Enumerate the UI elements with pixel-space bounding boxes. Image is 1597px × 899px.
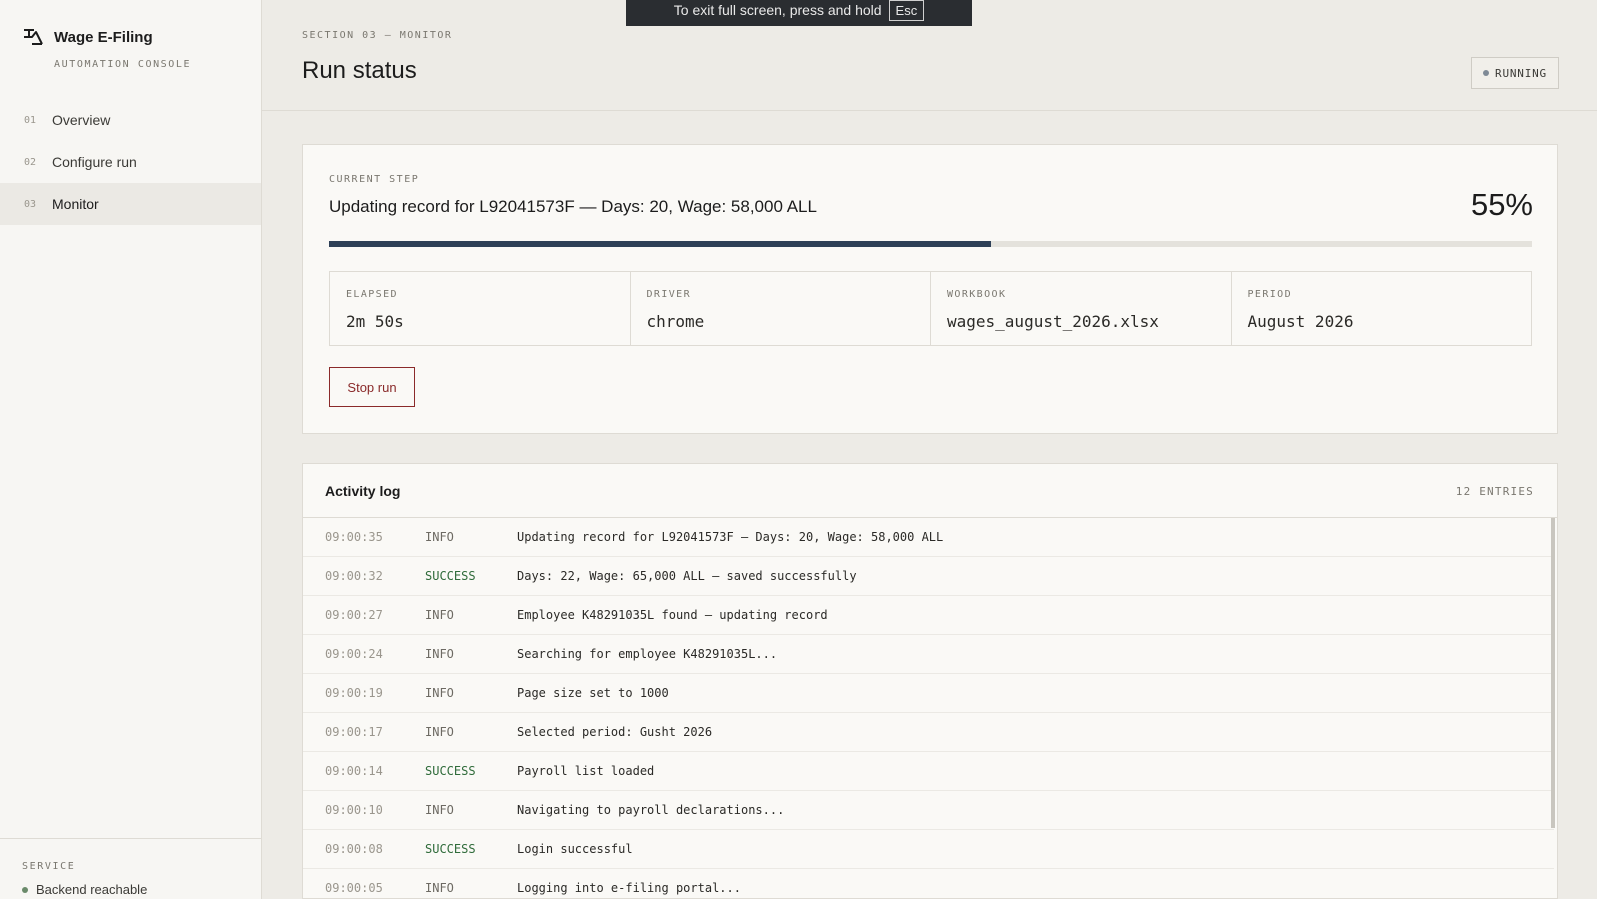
- log-time: 09:00:19: [325, 686, 383, 700]
- log-level: INFO: [425, 608, 454, 622]
- brand[interactable]: Wage E-Filing: [22, 26, 153, 48]
- stat-label: ELAPSED: [346, 289, 398, 300]
- sidebar-item-monitor[interactable]: 03 Monitor: [0, 183, 261, 225]
- log-time: 09:00:14: [325, 764, 383, 778]
- log-time: 09:00:32: [325, 569, 383, 583]
- log-level: INFO: [425, 686, 454, 700]
- sidebar-nav: 01 Overview 02 Configure run 03 Monitor: [0, 99, 261, 225]
- log-level: INFO: [425, 530, 454, 544]
- log-row: 09:00:14 SUCCESS Payroll list loaded: [303, 752, 1554, 791]
- log-time: 09:00:24: [325, 647, 383, 661]
- sidebar-item-overview[interactable]: 01 Overview: [0, 99, 261, 141]
- nav-number: 02: [24, 156, 37, 168]
- fullscreen-exit-banner: To exit full screen, press and hold Esc: [626, 0, 972, 26]
- log-row: 09:00:32 SUCCESS Days: 22, Wage: 65,000 …: [303, 557, 1554, 596]
- stat-elapsed: ELAPSED 2m 50s: [330, 272, 631, 345]
- nav-label: Overview: [52, 112, 111, 128]
- stat-driver: DRIVER chrome: [631, 272, 931, 345]
- log-row: 09:00:05 INFO Logging into e-filing port…: [303, 869, 1554, 898]
- log-time: 09:00:27: [325, 608, 383, 622]
- stat-label: PERIOD: [1247, 289, 1293, 300]
- log-entry-count: 12 ENTRIES: [1455, 485, 1534, 498]
- log-message: Navigating to payroll declarations...: [517, 803, 785, 817]
- log-row: 09:00:24 INFO Searching for employee K48…: [303, 635, 1554, 674]
- app-logo-icon: [24, 29, 43, 45]
- service-panel: SERVICE Backend reachable: [0, 838, 261, 899]
- sidebar: Wage E-Filing AUTOMATION CONSOLE 01 Over…: [0, 0, 262, 899]
- status-dot-icon: [22, 886, 28, 893]
- esc-key-hint: Esc: [888, 0, 925, 21]
- stop-run-button[interactable]: Stop run: [329, 367, 415, 407]
- log-message: Days: 22, Wage: 65,000 ALL — saved succe…: [517, 569, 857, 583]
- nav-label: Monitor: [52, 196, 99, 212]
- log-row: 09:00:08 SUCCESS Login successful: [303, 830, 1554, 869]
- log-message: Page size set to 1000: [517, 686, 669, 700]
- log-row: 09:00:35 INFO Updating record for L92041…: [303, 518, 1554, 557]
- log-row: 09:00:19 INFO Page size set to 1000: [303, 674, 1554, 713]
- page-title: Run status: [302, 57, 417, 84]
- service-status: Backend reachable: [22, 882, 147, 897]
- log-time: 09:00:05: [325, 881, 383, 895]
- progress-percent: 55%: [1470, 187, 1533, 222]
- log-rows: 09:00:35 INFO Updating record for L92041…: [303, 518, 1554, 898]
- status-badge: RUNNING: [1471, 57, 1559, 89]
- log-level: SUCCESS: [425, 569, 476, 583]
- log-time: 09:00:17: [325, 725, 383, 739]
- app-name: Wage E-Filing: [54, 28, 153, 46]
- log-message: Logging into e-filing portal...: [517, 881, 741, 895]
- current-step-label: CURRENT STEP: [329, 174, 420, 185]
- log-row: 09:00:17 INFO Selected period: Gusht 202…: [303, 713, 1554, 752]
- log-time: 09:00:10: [325, 803, 383, 817]
- current-step-text: Updating record for L92041573F — Days: 2…: [329, 197, 817, 216]
- log-message: Selected period: Gusht 2026: [517, 725, 713, 739]
- log-level: SUCCESS: [425, 764, 476, 778]
- running-dot-icon: [1483, 70, 1490, 76]
- log-message: Searching for employee K48291035L...: [517, 647, 778, 661]
- log-time: 09:00:35: [325, 530, 383, 544]
- run-status-card: CURRENT STEP Updating record for L920415…: [302, 144, 1558, 434]
- log-level: INFO: [425, 881, 454, 895]
- log-message: Login successful: [517, 842, 633, 856]
- nav-label: Configure run: [52, 154, 137, 170]
- activity-log: Activity log 12 ENTRIES 09:00:35 INFO Up…: [302, 463, 1558, 899]
- log-message: Updating record for L92041573F — Days: 2…: [517, 530, 944, 544]
- nav-number: 03: [24, 198, 37, 210]
- log-time: 09:00:08: [325, 842, 383, 856]
- log-message: Employee K48291035L found — updating rec…: [517, 608, 828, 622]
- service-status-text: Backend reachable: [36, 882, 148, 897]
- log-level: INFO: [425, 647, 454, 661]
- log-row: 09:00:27 INFO Employee K48291035L found …: [303, 596, 1554, 635]
- stat-label: WORKBOOK: [947, 289, 1007, 300]
- log-scrollbar[interactable]: [1551, 518, 1555, 828]
- activity-log-title: Activity log: [325, 483, 401, 499]
- stat-period: PERIOD August 2026: [1232, 272, 1532, 345]
- service-heading: SERVICE: [22, 861, 76, 872]
- progress-bar-fill: [329, 241, 991, 247]
- stat-value: wages_august_2026.xlsx: [947, 312, 1159, 331]
- stat-workbook: WORKBOOK wages_august_2026.xlsx: [931, 272, 1232, 345]
- stat-label: DRIVER: [646, 289, 692, 300]
- log-message: Payroll list loaded: [517, 764, 655, 778]
- status-badge-label: RUNNING: [1495, 66, 1547, 80]
- app-subtitle: AUTOMATION CONSOLE: [54, 59, 192, 70]
- fullscreen-banner-text: To exit full screen, press and hold: [673, 2, 882, 18]
- log-row: 09:00:10 INFO Navigating to payroll decl…: [303, 791, 1554, 830]
- sidebar-item-configure-run[interactable]: 02 Configure run: [0, 141, 261, 183]
- log-level: INFO: [425, 803, 454, 817]
- run-stats: ELAPSED 2m 50s DRIVER chrome WORKBOOK wa…: [329, 271, 1532, 346]
- stat-value: August 2026: [1247, 312, 1354, 331]
- nav-number: 01: [24, 114, 37, 126]
- stat-value: 2m 50s: [346, 312, 404, 331]
- log-level: SUCCESS: [425, 842, 476, 856]
- stat-value: chrome: [646, 312, 705, 331]
- section-label: SECTION 03 — MONITOR: [302, 30, 453, 41]
- activity-log-header: Activity log 12 ENTRIES: [303, 464, 1557, 518]
- progress-bar: [329, 241, 1532, 247]
- log-level: INFO: [425, 725, 454, 739]
